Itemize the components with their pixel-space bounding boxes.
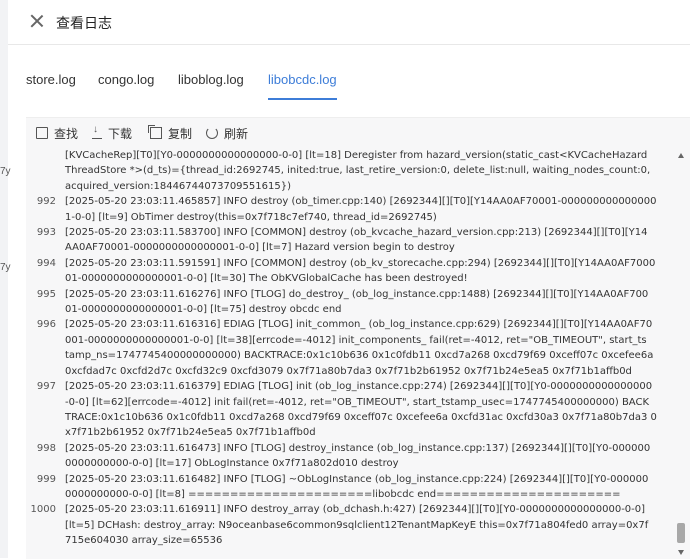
log-entry: 993 [2025-05-20 23:03:11.583700] INFO [CO… <box>26 225 672 256</box>
log-text-line: [2025-05-20 23:03:11.465857] INFO destro… <box>65 196 657 208</box>
copy-button[interactable]: 复制 <box>148 125 193 142</box>
scrollbar-thumb[interactable] <box>677 523 685 543</box>
log-text-line: 1-0-0] [lt=9] ObTimer destroy(this=0x7f7… <box>65 211 437 223</box>
close-icon[interactable] <box>30 14 44 28</box>
log-text-line: [2025-05-20 23:03:11.616911] INFO destro… <box>65 504 646 516</box>
log-text-line: -0-0] [lt=62][errcode=-4012] init fail(r… <box>65 396 650 408</box>
log-text-line: [2025-05-20 23:03:11.616316] EDIAG [TLOG… <box>65 319 653 331</box>
log-entry: 995 [2025-05-20 23:03:11.616276] INFO [TL… <box>26 287 672 318</box>
log-text-line: [2025-05-20 23:03:11.616379] EDIAG [TLOG… <box>65 381 653 393</box>
scroll-up-arrow-icon[interactable] <box>678 153 684 158</box>
tab-congo-log[interactable]: congo.log <box>98 72 154 87</box>
log-text-line: ThreadStore *>(d_ts)={thread_id:2692745,… <box>65 165 651 177</box>
log-viewer-panel: 查找 下载 复制 刷新 [KVCacheRep][T0][Y0-00000000… <box>26 117 690 559</box>
log-toolbar: 查找 下载 复制 刷新 <box>26 118 690 148</box>
log-line-number: 992 <box>36 196 56 208</box>
log-text-line: tamp_ns=1747745400000000000) BACKTRACE:0… <box>65 350 654 362</box>
log-entry: 994 [2025-05-20 23:03:11.591591] INFO [CO… <box>26 256 672 287</box>
log-text-line: 715e604030 array_size=65536 <box>65 535 223 547</box>
log-line-number: 1000 <box>30 504 56 516</box>
refresh-button[interactable]: 刷新 <box>206 125 248 142</box>
log-text-line: [2025-05-20 23:03:11.616473] INFO [TLOG]… <box>65 442 651 454</box>
log-text-line: acquired_version:18446744073709551615}) <box>65 180 291 192</box>
find-button[interactable]: 查找 <box>36 125 78 142</box>
log-text-line: AA0AF70001-0000000000000001-0-0] [lt=7] … <box>65 242 455 254</box>
log-line-number: 994 <box>36 257 56 269</box>
log-text-line: [lt=5] DCHash: destroy_array: N9oceanbas… <box>65 519 649 531</box>
log-text-line: [2025-05-20 23:03:11.583700] INFO [COMMO… <box>65 227 648 239</box>
refresh-icon <box>206 127 218 139</box>
log-content[interactable]: [KVCacheRep][T0][Y0-0000000000000000-0-0… <box>26 148 672 559</box>
scroll-down-arrow-icon[interactable] <box>678 550 684 555</box>
tab-liboblog-log[interactable]: liboblog.log <box>178 72 244 87</box>
log-text-line: [KVCacheRep][T0][Y0-0000000000000000-0-0… <box>65 150 648 161</box>
log-text-line: x7f71b2b61952 0x7f71b24e5ea5 0x7f71b1aff… <box>65 427 316 439</box>
log-text-line: [2025-05-20 23:03:11.616482] INFO [TLOG]… <box>65 473 649 485</box>
vertical-scrollbar[interactable] <box>676 148 686 559</box>
search-icon <box>36 127 48 139</box>
dialog-title: 查看日志 <box>56 15 112 31</box>
download-button[interactable]: 下载 <box>92 124 133 142</box>
log-line-number: 996 <box>36 319 56 331</box>
download-label: 下载 <box>108 127 133 141</box>
log-entry: 992 [2025-05-20 23:03:11.465857] INFO des… <box>26 194 672 225</box>
log-entry: 997 [2025-05-20 23:03:11.616379] EDIAG [T… <box>26 379 672 441</box>
refresh-label: 刷新 <box>224 127 249 141</box>
log-entry: 998 [2025-05-20 23:03:11.616473] INFO [TL… <box>26 441 672 472</box>
log-text-line: 0000000000-0-0] [lt=17] ObLogInstance 0x… <box>65 458 399 470</box>
log-text-line: [2025-05-20 23:03:11.591591] INFO [COMMO… <box>65 257 656 269</box>
background-text-fragment: 7y <box>0 262 11 273</box>
find-label: 查找 <box>54 127 79 141</box>
background-text-fragment: 7y <box>0 166 11 177</box>
background-page-strip: 7y 7y <box>0 0 11 558</box>
copy-icon <box>148 125 162 139</box>
log-text-line: [2025-05-20 23:03:11.616276] INFO [TLOG]… <box>65 288 649 300</box>
copy-label: 复制 <box>168 127 193 141</box>
log-entry: 999 [2025-05-20 23:03:11.616482] INFO [TL… <box>26 472 672 503</box>
log-line-number: 998 <box>36 442 56 454</box>
log-line-number: 993 <box>36 227 56 239</box>
log-entry: 996 [2025-05-20 23:03:11.616316] EDIAG [T… <box>26 317 672 379</box>
log-entry: [KVCacheRep][T0][Y0-0000000000000000-0-0… <box>26 148 672 194</box>
tab-libobcdc-log[interactable]: libobcdc.log <box>268 72 337 100</box>
log-text-line: 0xcfdad7c 0xcfd2d7c 0xcfd32c9 0xcfd3079 … <box>65 365 632 377</box>
log-entry: 1000 [2025-05-20 23:03:11.616911] INFO d… <box>26 502 672 548</box>
log-text-line: 0000000000-0-0] [lt=8] =================… <box>65 488 621 500</box>
log-text-line: 001-0000000000000001-0-0] [lt=38][errcod… <box>65 334 647 346</box>
log-line-number: 997 <box>36 381 56 393</box>
log-text-line: 01-0000000000000001-0-0] [lt=75] destroy… <box>65 304 342 316</box>
tab-store-log[interactable]: store.log <box>26 72 76 87</box>
log-text-line: 01-0000000000000001-0-0] [lt=30] The ObK… <box>65 273 468 285</box>
log-line-number: 995 <box>36 288 56 300</box>
log-line-number: 999 <box>36 473 56 485</box>
download-icon <box>92 124 102 139</box>
log-text-line: TRACE:0x1c10b636 0x1c0fdb11 0xcd7a268 0x… <box>65 411 657 423</box>
dialog-header: 查看日志 <box>8 0 690 45</box>
